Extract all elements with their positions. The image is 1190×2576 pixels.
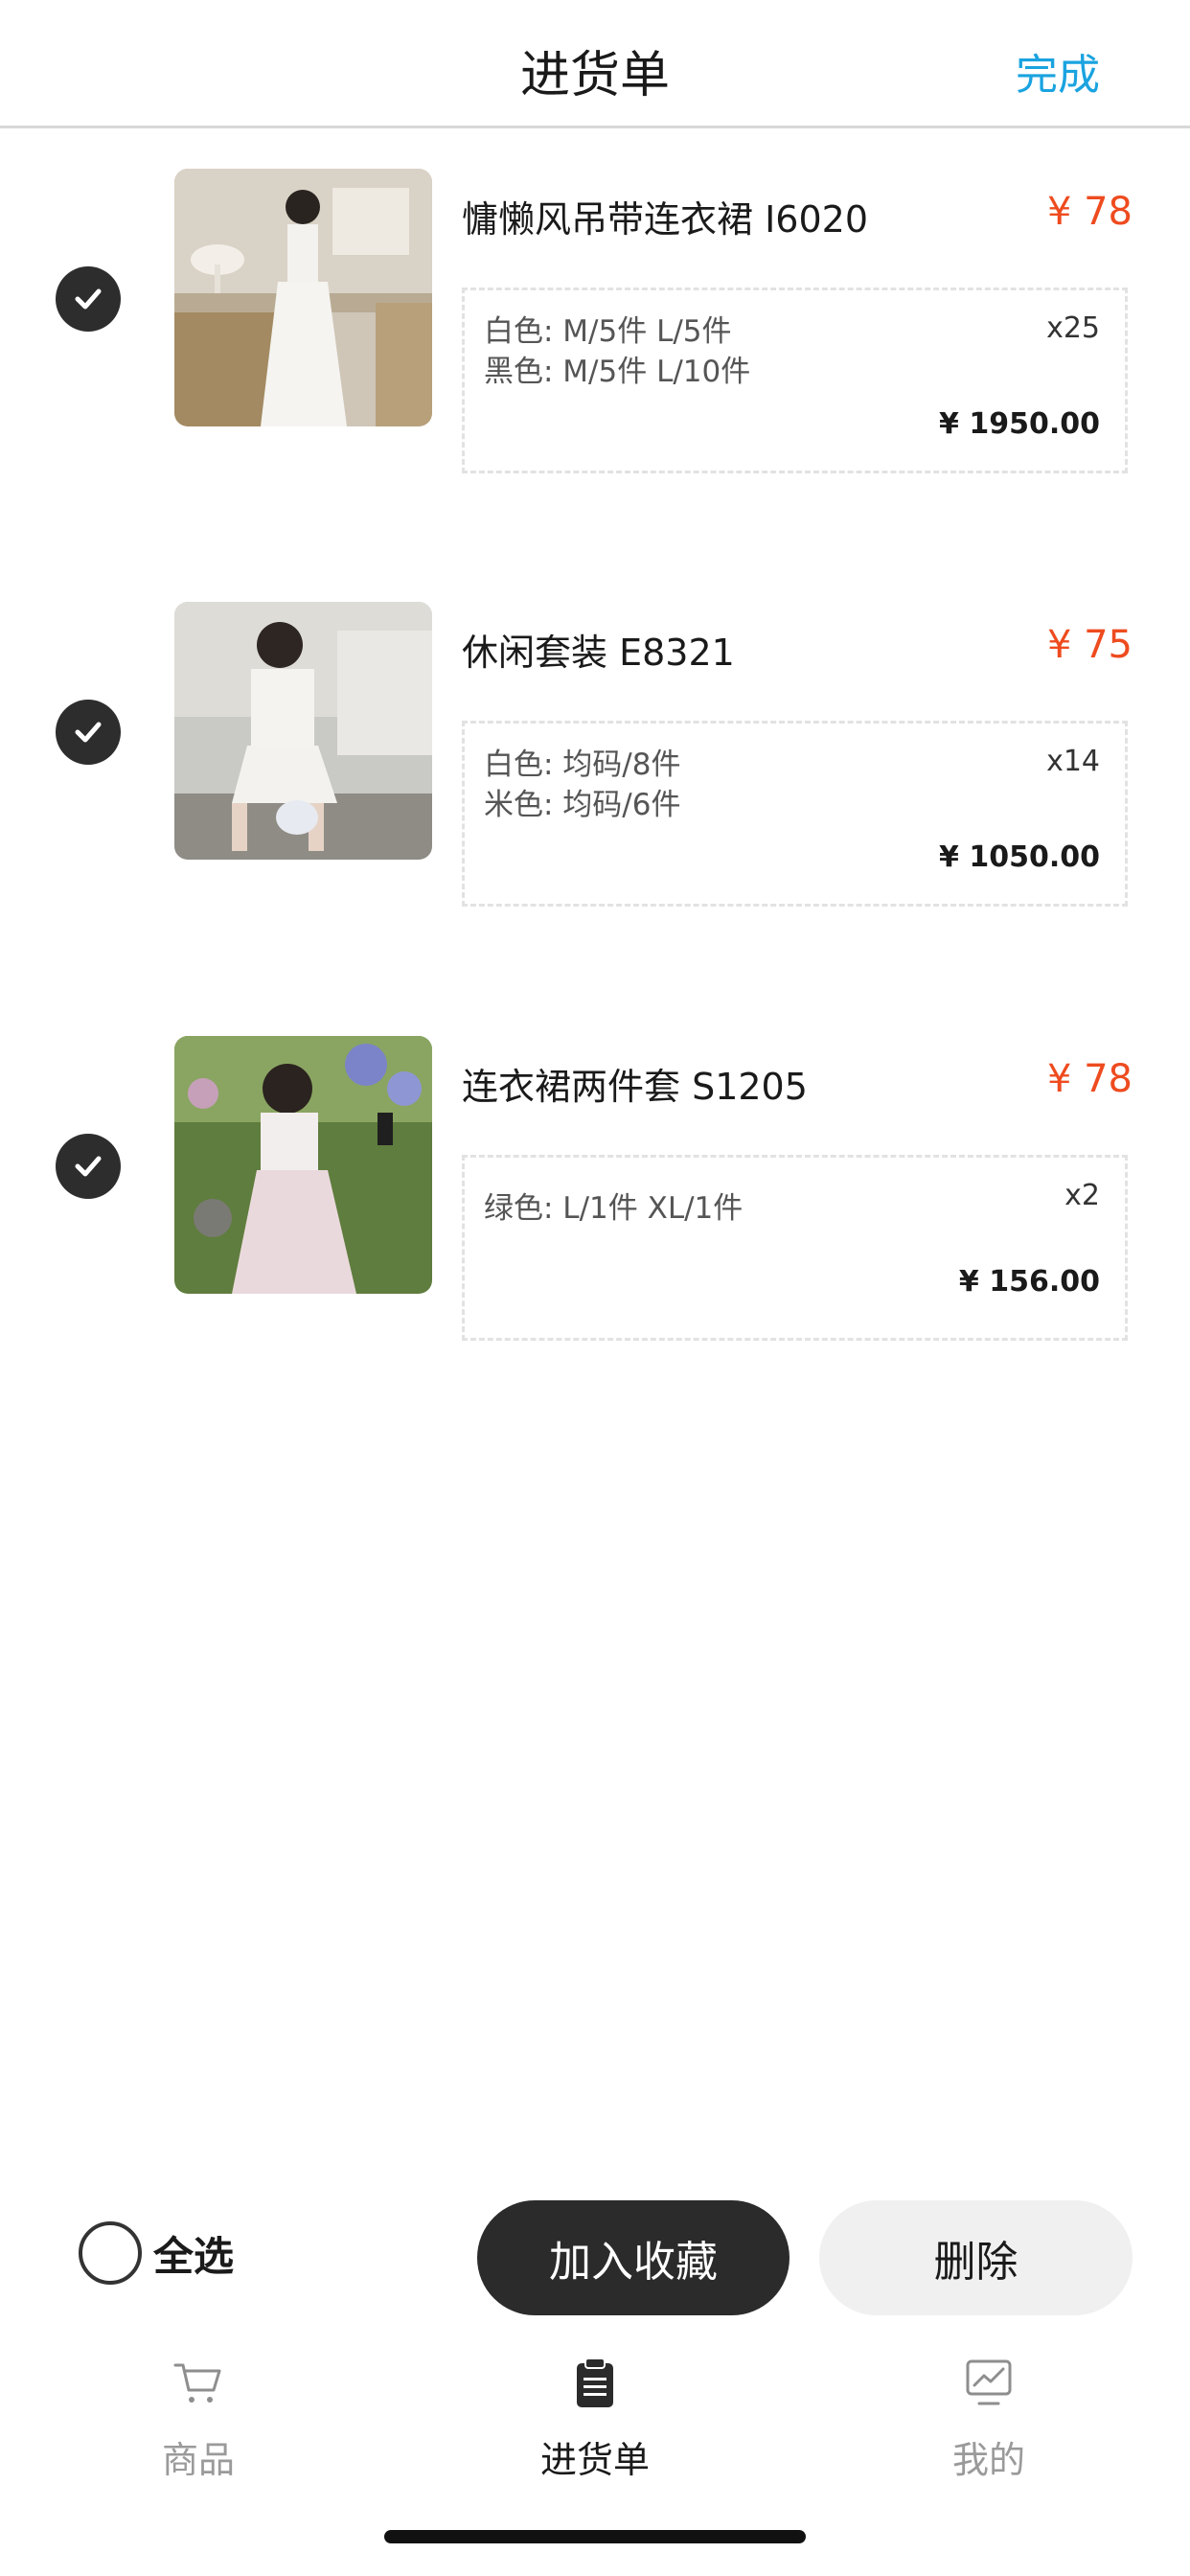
item-price: ¥ 78 — [1046, 1057, 1133, 1101]
cart-item: 慵懒风吊带连衣裙 I6020 ¥ 78 白色: M/5件 L/5件 黑色: M/… — [0, 169, 1190, 473]
item-quantity: x25 — [1046, 311, 1100, 345]
tab-profile[interactable]: 我的 — [893, 2354, 1085, 2481]
item-title[interactable]: 连衣裙两件套 S1205 — [462, 1057, 808, 1110]
product-image[interactable] — [174, 169, 432, 426]
navigation-header: 进货单 完成 — [0, 0, 1190, 128]
spec-line: 黑色: M/5件 L/10件 — [484, 355, 751, 389]
item-total: ¥ 1950.00 — [939, 407, 1100, 441]
checkmark-icon — [75, 1156, 102, 1177]
add-to-favorites-button[interactable]: 加入收藏 — [477, 2200, 790, 2315]
select-all-checkbox[interactable] — [79, 2221, 142, 2285]
item-quantity: x2 — [1064, 1179, 1100, 1212]
home-indicator — [384, 2530, 806, 2543]
clipboard-icon — [577, 2358, 613, 2407]
cart-item: 休闲套装 E8321 ¥ 75 白色: 均码/8件 米色: 均码/6件 x14 … — [0, 602, 1190, 907]
item-price: ¥ 75 — [1046, 623, 1133, 667]
chart-icon — [966, 2359, 1012, 2405]
cart-item: 连衣裙两件套 S1205 ¥ 78 绿色: L/1件 XL/1件 x2 ¥ 15… — [0, 1036, 1190, 1341]
spec-line: 白色: M/5件 L/5件 — [484, 314, 732, 349]
spec-line: 米色: 均码/6件 — [484, 788, 681, 822]
tab-label: 商品 — [161, 2439, 235, 2481]
item-checkbox[interactable] — [56, 700, 121, 765]
item-checkbox[interactable] — [56, 266, 121, 332]
item-title[interactable]: 慵懒风吊带连衣裙 I6020 — [462, 190, 868, 242]
cart-icon — [173, 2363, 221, 2403]
delete-button[interactable]: 删除 — [819, 2200, 1133, 2315]
item-price: ¥ 78 — [1046, 190, 1133, 234]
page-title: 进货单 — [519, 47, 670, 104]
spec-line: 白色: 均码/8件 — [484, 748, 681, 782]
item-checkbox[interactable] — [56, 1134, 121, 1199]
spec-box[interactable]: 白色: M/5件 L/5件 黑色: M/5件 L/10件 x25 ¥ 1950.… — [462, 288, 1128, 473]
tab-label: 进货单 — [539, 2439, 650, 2481]
item-total: ¥ 156.00 — [958, 1265, 1100, 1299]
checkmark-icon — [75, 288, 102, 310]
tab-order-list[interactable]: 进货单 — [499, 2354, 691, 2481]
spec-box[interactable]: 绿色: L/1件 XL/1件 x2 ¥ 156.00 — [462, 1155, 1128, 1341]
checkmark-icon — [75, 722, 102, 743]
spec-list: 绿色: L/1件 XL/1件 — [484, 1188, 743, 1229]
item-total: ¥ 1050.00 — [939, 840, 1100, 874]
select-all-toggle[interactable]: 全选 — [79, 2221, 234, 2285]
product-image[interactable] — [174, 1036, 432, 1294]
select-all-label: 全选 — [153, 2232, 235, 2280]
spec-line: 绿色: L/1件 XL/1件 — [484, 1191, 744, 1226]
product-image[interactable] — [174, 602, 432, 860]
spec-list: 白色: 均码/8件 米色: 均码/6件 — [484, 745, 680, 825]
tab-label: 我的 — [951, 2439, 1025, 2481]
item-quantity: x14 — [1046, 745, 1100, 778]
spec-box[interactable]: 白色: 均码/8件 米色: 均码/6件 x14 ¥ 1050.00 — [462, 721, 1128, 907]
done-button[interactable]: 完成 — [1016, 40, 1100, 102]
item-title[interactable]: 休闲套装 E8321 — [462, 623, 735, 676]
spec-list: 白色: M/5件 L/5件 黑色: M/5件 L/10件 — [484, 311, 750, 392]
tab-products[interactable]: 商品 — [103, 2354, 294, 2481]
